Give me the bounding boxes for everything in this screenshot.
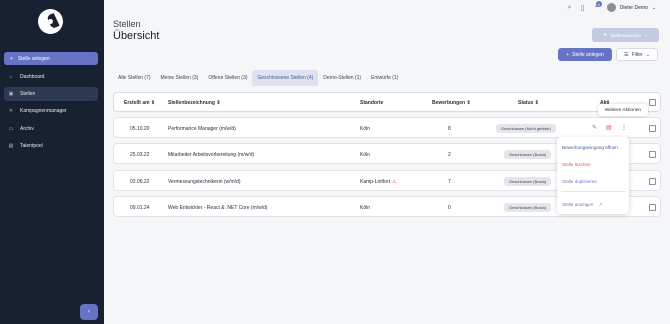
cell-created: 05.10.20 <box>130 126 150 132</box>
sidebar-item-talentpool[interactable]: ▤ Talentpool <box>4 139 98 153</box>
menu-item-open-applications[interactable]: Bewerbungseingang öffnen <box>562 145 618 150</box>
tab-open-jobs[interactable]: Offene Stellen (3) <box>203 70 252 86</box>
notification-badge: 0 <box>595 1 602 7</box>
job-actions-label: Stellenaktionen <box>610 32 642 38</box>
filter-icon: ☰ <box>624 51 629 58</box>
avatar <box>606 3 616 12</box>
search-icon[interactable]: ⌕ <box>568 4 572 12</box>
cell-applications: 2 <box>448 152 451 158</box>
sidebar-item-label: Talentpool <box>20 142 43 149</box>
home-icon: ⌂ <box>9 74 13 80</box>
job-actions-button[interactable]: ⚙ Stellenaktionen ⌄ <box>592 28 659 42</box>
tab-all-jobs[interactable]: Alle Stellen (7) <box>113 70 156 86</box>
menu-item-duplicate-job[interactable]: Stelle duplizieren <box>562 179 597 184</box>
gear-icon: ⚙ <box>603 32 608 37</box>
cell-name[interactable]: Performance Manager (m/w/d) <box>168 126 236 132</box>
menu-divider <box>561 191 625 192</box>
archive-icon: ▭ <box>8 125 14 132</box>
topbar: ⌕ ▯ ◔ 0 Dieter Demo ⌄ <box>568 1 656 12</box>
cell-created: 25.03.22 <box>130 152 150 158</box>
sidebar-create-job-button[interactable]: + Stelle anlegen <box>4 52 98 65</box>
chevron-down-icon: ⌄ <box>644 32 648 37</box>
cell-name[interactable]: Mitarbeiter Arbeitsvorbereitung (m/w/d) <box>168 152 254 158</box>
sidebar-item-label: Dashboard <box>20 74 45 80</box>
cell-location: Kamp-Lintfort ⚠ <box>360 179 397 185</box>
cell-created: 02.06.22 <box>130 179 150 185</box>
column-header-created[interactable]: Erstellt am ⇕ <box>124 100 155 106</box>
job-tabs: Alle Stellen (7) Meine Stellen (3) Offen… <box>113 70 403 86</box>
cell-location: Köln <box>360 126 371 132</box>
page-subtitle: Stellen <box>113 19 141 29</box>
logo-dot <box>48 19 53 24</box>
row-checkbox[interactable] <box>649 151 656 158</box>
status-badge: Geschlossen (Bosta) <box>504 150 552 159</box>
filter-label: Filter <box>631 51 643 58</box>
cell-created: 09.01.24 <box>130 205 150 211</box>
menu-item-show-job-label: Stelle anzeigen <box>562 202 594 207</box>
plus-icon: + <box>566 51 570 58</box>
clipboard-icon[interactable]: ▯ <box>581 4 585 12</box>
sidebar-item-kampagnenmanager[interactable]: ✕ Kampagnenmanager <box>4 104 98 118</box>
cell-applications: 7 <box>448 179 451 185</box>
cell-location-text: Kamp-Lintfort <box>360 179 391 185</box>
sidebar-item-label: Kampagnenmanager <box>20 108 67 115</box>
user-menu[interactable]: Dieter Demo ⌄ <box>606 3 656 12</box>
row-checkbox[interactable] <box>649 178 656 185</box>
row-checkbox[interactable] <box>649 125 656 132</box>
cell-location: Köln <box>360 152 371 158</box>
sidebar-collapse-button[interactable]: ‹ <box>80 304 98 320</box>
column-header-status[interactable]: Status ⇕ <box>518 100 539 106</box>
bell-icon[interactable]: ◔ 0 <box>593 1 602 11</box>
chevron-down-icon: ⌄ <box>651 4 656 11</box>
tab-drafts[interactable]: Entwürfe (1) <box>366 70 403 86</box>
chevron-down-icon: ⌄ <box>645 51 650 58</box>
table-header: Erstellt am ⇕ Stellenbezeichnung ⇕ Stand… <box>113 92 661 112</box>
external-link-icon: ↗ <box>598 202 603 207</box>
cell-name[interactable]: Web Entwickler - React & .NET Core (m/w/… <box>168 205 268 211</box>
select-all-checkbox[interactable] <box>649 99 656 106</box>
tab-demo-jobs[interactable]: Demo-Stellen (1) <box>318 70 366 86</box>
menu-item-show-job[interactable]: Stelle anzeigen ↗ <box>562 202 603 208</box>
sidebar-item-label: Stellen <box>20 91 36 98</box>
user-name: Dieter Demo <box>619 4 648 11</box>
sidebar-item-dashboard[interactable]: ⌂ Dashboard <box>4 70 98 84</box>
status-badge: Geschlossen (Bosta) <box>504 203 552 212</box>
filter-button[interactable]: ☰ Filter ⌄ <box>616 48 658 61</box>
status-badge: Geschlossen (Bosta) <box>504 177 552 186</box>
edit-icon[interactable]: ✎ <box>592 124 597 131</box>
column-header-name[interactable]: Stellenbezeichnung ⇕ <box>168 100 221 106</box>
app-logo[interactable] <box>38 9 63 34</box>
folder-icon: ▤ <box>8 142 14 149</box>
sidebar-item-label: Archiv <box>20 125 34 132</box>
table-row[interactable]: 05.10.20 Performance Manager (m/w/d) Köl… <box>113 117 661 138</box>
tab-closed-jobs[interactable]: Geschlossene Stellen (4) <box>252 70 319 86</box>
warning-icon: ⚠ <box>392 179 397 185</box>
create-job-button[interactable]: + Stelle anlegen <box>558 48 612 61</box>
sidebar-nav: ⌂ Dashboard ▣ Stellen ✕ Kampagnenmanager… <box>4 70 98 156</box>
plus-icon: + <box>10 55 13 62</box>
cell-applications: 8 <box>448 126 451 132</box>
chevron-left-icon: ‹ <box>88 309 90 315</box>
status-badge: Geschlossen (Nicht gelistet) <box>496 124 556 133</box>
sidebar-create-job-label: Stelle anlegen <box>17 55 50 62</box>
row-actions-menu: Bewerbungseingang öffnen Stelle löschen … <box>557 137 629 214</box>
more-actions-tooltip: Weitere Aktionen <box>598 104 648 116</box>
row-checkbox[interactable] <box>649 204 656 211</box>
briefcase-icon: ▣ <box>8 91 14 98</box>
create-job-label: Stelle anlegen <box>572 51 604 58</box>
sidebar-item-stellen[interactable]: ▣ Stellen <box>4 87 98 102</box>
tab-my-jobs[interactable]: Meine Stellen (3) <box>156 70 204 86</box>
sidebar: + Stelle anlegen ⌂ Dashboard ▣ Stellen ✕… <box>0 0 104 324</box>
page-title: Übersicht <box>113 30 160 42</box>
cell-location: Köln <box>360 205 371 211</box>
column-header-applications[interactable]: Bewerbungen ⇕ <box>432 100 471 106</box>
cell-name[interactable]: Vermessungstechnikerin (w/m/d) <box>168 179 241 185</box>
calendar-icon[interactable]: ▤ <box>606 124 612 131</box>
tools-icon: ✕ <box>8 108 14 115</box>
more-actions-icon[interactable]: ⋮ <box>621 124 627 131</box>
cell-applications: 0 <box>448 205 451 211</box>
menu-item-delete-job[interactable]: Stelle löschen <box>562 162 591 167</box>
sidebar-item-archiv[interactable]: ▭ Archiv <box>4 122 98 136</box>
column-header-location: Standorte <box>360 100 384 106</box>
